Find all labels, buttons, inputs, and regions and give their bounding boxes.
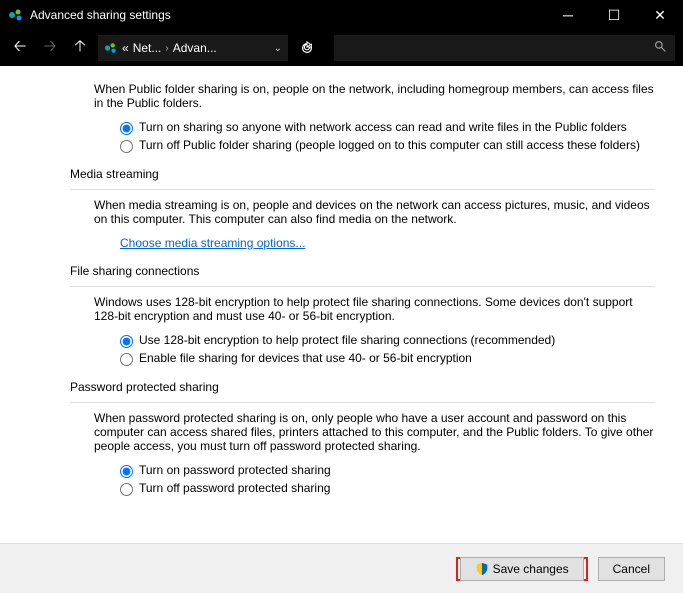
save-button[interactable]: Save changes <box>460 557 584 581</box>
cancel-button[interactable]: Cancel <box>598 557 665 581</box>
radio-input[interactable] <box>120 483 133 496</box>
save-label: Save changes <box>493 562 569 576</box>
navbar: 🡠 🡢 🡡 « Net... › Advan... ⌄ <box>0 30 683 66</box>
search-icon <box>654 40 667 56</box>
radio-public-off[interactable]: Turn off Public folder sharing (people l… <box>120 138 660 153</box>
radio-input[interactable] <box>120 122 133 135</box>
search-input[interactable] <box>334 35 675 61</box>
radio-input[interactable] <box>120 465 133 478</box>
chevron-right-icon: › <box>165 43 168 54</box>
network-icon <box>104 41 118 55</box>
window-title: Advanced sharing settings <box>30 8 545 22</box>
radio-label: Use 128-bit encryption to help protect f… <box>139 333 555 347</box>
radio-label: Turn on password protected sharing <box>139 463 331 477</box>
titlebar: Advanced sharing settings ─ ☐ ✕ <box>0 0 683 30</box>
content-area: When Public folder sharing is on, people… <box>0 66 683 543</box>
radio-input[interactable] <box>120 335 133 348</box>
radio-input[interactable] <box>120 140 133 153</box>
refresh-button[interactable] <box>294 35 320 61</box>
radio-password-off[interactable]: Turn off password protected sharing <box>120 481 660 496</box>
public-folder-options: Turn on sharing so anyone with network a… <box>120 120 669 153</box>
save-button-highlight: Save changes <box>456 557 588 581</box>
media-options-link[interactable]: Choose media streaming options... <box>120 236 305 250</box>
radio-public-on[interactable]: Turn on sharing so anyone with network a… <box>120 120 660 135</box>
radio-label: Enable file sharing for devices that use… <box>139 351 472 365</box>
breadcrumb[interactable]: « Net... › Advan... ⌄ <box>98 35 288 61</box>
radio-input[interactable] <box>120 353 133 366</box>
shield-icon <box>475 562 489 576</box>
media-desc: When media streaming is on, people and d… <box>94 198 654 226</box>
radio-password-on[interactable]: Turn on password protected sharing <box>120 463 660 478</box>
footer: Save changes Cancel <box>0 543 683 593</box>
divider <box>70 189 655 190</box>
radio-40bit[interactable]: Enable file sharing for devices that use… <box>120 351 660 366</box>
filesharing-options: Use 128-bit encryption to help protect f… <box>120 333 669 366</box>
radio-label: Turn off password protected sharing <box>139 481 330 495</box>
close-button[interactable]: ✕ <box>637 0 683 30</box>
minimize-button[interactable]: ─ <box>545 0 591 30</box>
forward-button[interactable]: 🡢 <box>38 36 62 60</box>
radio-label: Turn on sharing so anyone with network a… <box>139 120 627 134</box>
radio-128bit[interactable]: Use 128-bit encryption to help protect f… <box>120 333 660 348</box>
section-heading-filesharing: File sharing connections <box>70 264 669 278</box>
password-options: Turn on password protected sharing Turn … <box>120 463 669 496</box>
radio-label: Turn off Public folder sharing (people l… <box>139 138 640 152</box>
network-icon <box>8 7 24 23</box>
password-desc: When password protected sharing is on, o… <box>94 411 654 453</box>
breadcrumb-prefix: « <box>122 41 129 55</box>
chevron-down-icon[interactable]: ⌄ <box>274 43 282 54</box>
filesharing-desc: Windows uses 128-bit encryption to help … <box>94 295 654 323</box>
section-heading-password: Password protected sharing <box>70 380 669 394</box>
up-button[interactable]: 🡡 <box>68 36 92 60</box>
breadcrumb-item[interactable]: Advan... <box>173 41 217 55</box>
section-heading-media: Media streaming <box>70 167 669 181</box>
divider <box>70 286 655 287</box>
public-folder-intro: When Public folder sharing is on, people… <box>94 82 654 110</box>
maximize-button[interactable]: ☐ <box>591 0 637 30</box>
divider <box>70 402 655 403</box>
back-button[interactable]: 🡠 <box>8 36 32 60</box>
breadcrumb-item[interactable]: Net... <box>133 41 162 55</box>
